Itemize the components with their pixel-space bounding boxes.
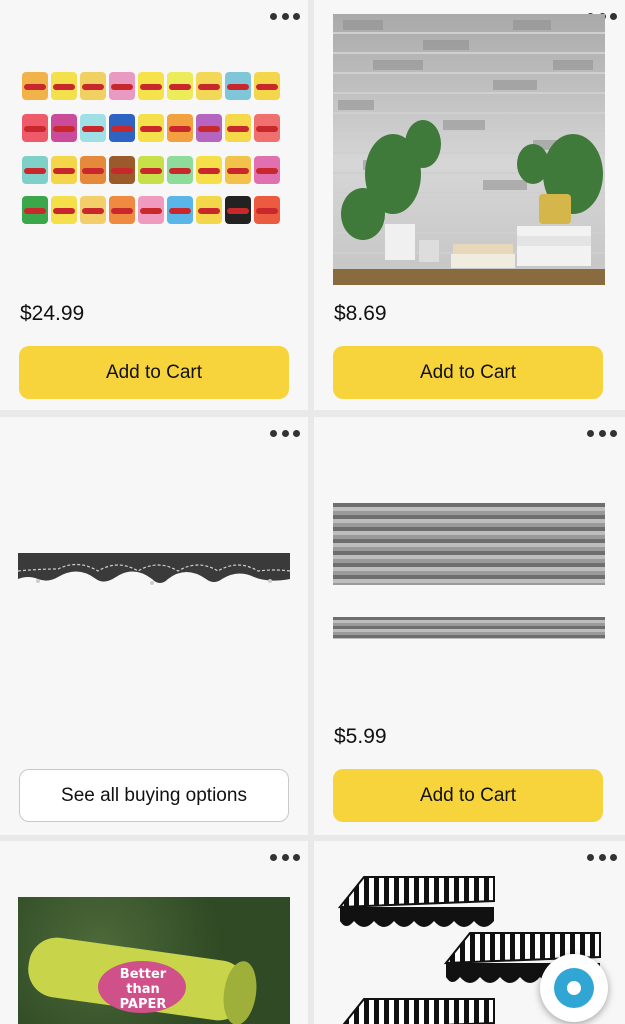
product-card[interactable]: $8.69 Add to Cart [314,0,625,410]
add-to-cart-button[interactable]: Add to Cart [333,346,603,399]
product-card[interactable]: Better than PAPER [0,841,308,1024]
product-image-strip [333,617,605,639]
add-to-cart-button[interactable]: Add to Cart [333,769,603,822]
product-image[interactable] [333,14,605,285]
product-price: $24.99 [20,302,85,325]
product-image[interactable] [18,553,290,595]
alexa-icon[interactable] [540,954,608,1022]
product-image-text: Better than PAPER [119,967,167,1012]
product-card[interactable]: $5.99 Add to Cart [314,417,625,835]
product-image[interactable] [333,503,605,585]
add-to-cart-button[interactable]: Add to Cart [19,346,289,399]
more-options-icon[interactable] [587,847,617,867]
more-options-icon[interactable] [270,423,300,443]
product-price: $8.69 [334,302,387,325]
product-grid: $24.99 Add to Cart $8.69 Add to Cart See… [0,0,625,1024]
product-card[interactable]: See all buying options [0,417,308,835]
product-price: $5.99 [334,725,387,748]
product-card[interactable]: $24.99 Add to Cart [0,0,308,410]
more-options-icon[interactable] [587,423,617,443]
more-options-icon[interactable] [270,6,300,26]
see-all-buying-options-button[interactable]: See all buying options [19,769,289,822]
product-image[interactable]: Better than PAPER [18,897,290,1024]
more-options-icon[interactable] [270,847,300,867]
product-image[interactable] [20,68,288,228]
